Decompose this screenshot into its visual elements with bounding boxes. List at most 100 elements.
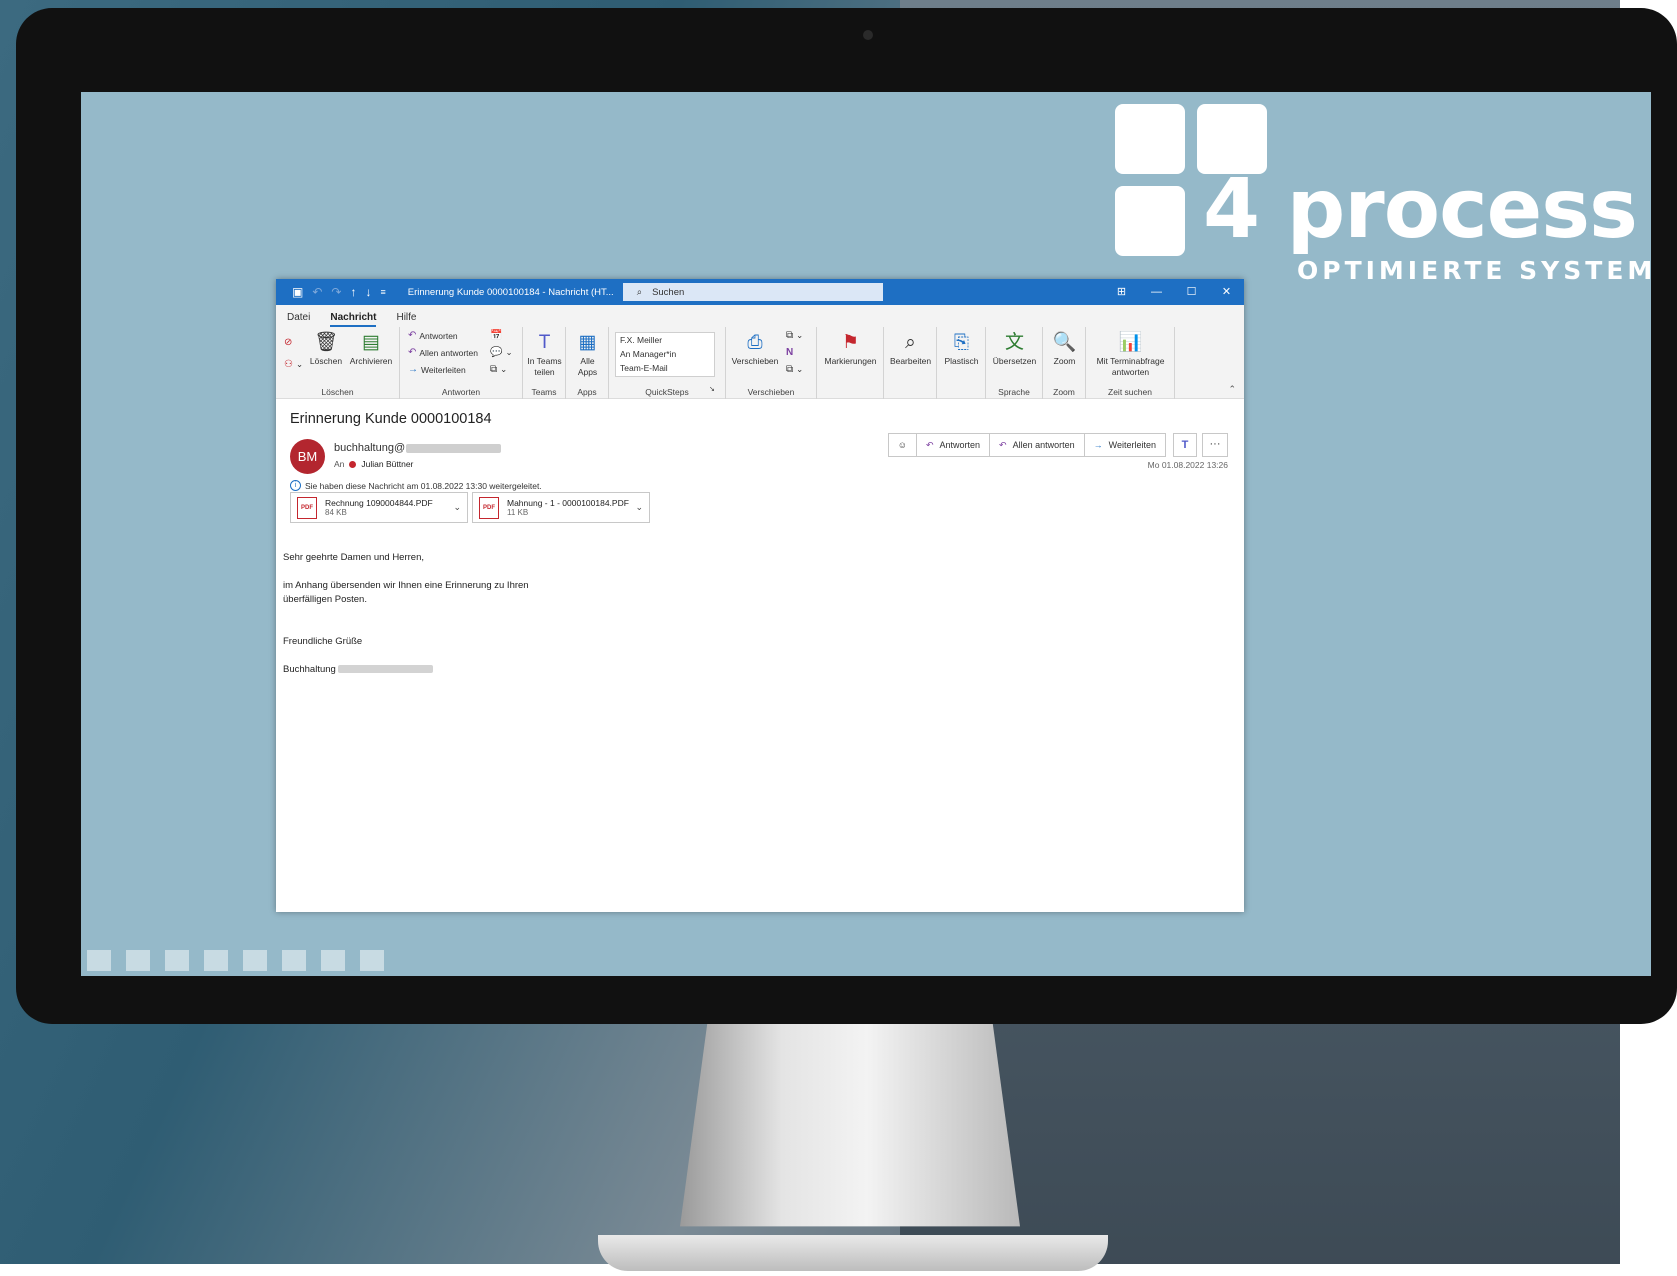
- logo-square: [1115, 186, 1185, 256]
- forward-button[interactable]: → Weiterleiten: [408, 364, 466, 375]
- ignore-icon[interactable]: ⊘: [284, 337, 292, 348]
- ribbon-group-zoom: 🔍 Zoom Zoom: [1043, 327, 1086, 399]
- reply-button[interactable]: ↶ Antworten: [408, 330, 458, 341]
- search-icon: ⌕: [636, 286, 643, 298]
- restore-ribbon-icon[interactable]: ⊞: [1104, 279, 1139, 305]
- minimize-button[interactable]: —: [1139, 279, 1174, 305]
- quickstep-item[interactable]: F.X. Meiller: [616, 333, 714, 347]
- save-icon[interactable]: ▣: [292, 285, 303, 299]
- previous-item-icon[interactable]: ↑: [350, 285, 356, 299]
- sender-address[interactable]: buchhaltung@: [334, 442, 502, 454]
- translate-icon: 文: [1004, 332, 1024, 353]
- menu-bar: Datei Nachricht Hilfe: [276, 305, 1244, 327]
- more-respond-icon[interactable]: ⧉ ⌄: [490, 364, 507, 375]
- tab-datei[interactable]: Datei: [287, 312, 310, 327]
- onenote-icon[interactable]: N: [786, 347, 793, 358]
- logo-word: 4 process: [1203, 162, 1638, 257]
- ribbon-group-bearbeiten: ⌕ Bearbeiten: [884, 327, 937, 399]
- recipient-name[interactable]: Julian Büttner: [361, 459, 413, 469]
- action-bar: ☺ ↶ Antworten ↶ Allen antworten → Weiterlei…: [887, 433, 1166, 457]
- logo-tagline: OPTIMIERTE SYSTEME: [1297, 256, 1651, 285]
- body-greeting: Sehr geehrte Damen und Herren,: [283, 552, 424, 563]
- redacted-domain: [406, 443, 502, 453]
- redo-icon[interactable]: ↷: [331, 285, 341, 299]
- next-item-icon[interactable]: ↓: [365, 285, 371, 299]
- ribbon-group-sprache: 文 Übersetzen Sprache: [986, 327, 1043, 399]
- quickstep-item[interactable]: Team-E-Mail: [616, 361, 714, 375]
- ribbon-group-label: Verschieben: [747, 387, 795, 397]
- avatar[interactable]: BM: [290, 439, 325, 474]
- redacted-company: [338, 665, 434, 674]
- tags-button[interactable]: ⚑ Markierungen: [820, 330, 881, 367]
- body-closing: Freundliche Grüße: [283, 636, 363, 647]
- desktop-screen: 4 process OPTIMIERTE SYSTEME ▣ ↶ ↷ ↑ ↓ ≡…: [81, 92, 1651, 976]
- decorative-dots: [87, 950, 384, 971]
- reply-action-button[interactable]: ↶ Antworten: [917, 434, 991, 456]
- teams-share-button[interactable]: T: [1173, 433, 1197, 457]
- body-signature: Buchhaltung: [283, 663, 529, 677]
- monitor-base: [598, 1235, 1108, 1271]
- magnifier-icon: 🔍: [1052, 332, 1077, 353]
- webcam: [863, 30, 873, 40]
- search-box[interactable]: ⌕ Suchen: [622, 283, 883, 301]
- all-apps-button[interactable]: ▦ Alle Apps: [571, 330, 604, 378]
- teams-icon: T: [538, 332, 551, 353]
- undo-icon[interactable]: ↶: [312, 285, 322, 299]
- monitor: 4 process OPTIMIERTE SYSTEME ▣ ↶ ↷ ↑ ↓ ≡…: [16, 8, 1677, 1024]
- archive-button[interactable]: ▤ Archivieren: [346, 330, 396, 367]
- chevron-down-icon[interactable]: ⌄: [453, 502, 461, 513]
- ribbon-group-label: Apps: [577, 387, 597, 397]
- reply-icon: ↶: [925, 439, 934, 450]
- message-body: Sehr geehrte Damen und Herren, im Anhang…: [283, 551, 529, 677]
- maximize-button[interactable]: ☐: [1174, 279, 1209, 305]
- apps-icon: ▦: [578, 332, 597, 353]
- share-to-teams-button[interactable]: T In Teams teilen: [525, 330, 564, 378]
- im-reply-icon[interactable]: 💬 ⌄: [490, 347, 513, 358]
- message-actions: ☺ ↶ Antworten ↶ Allen antworten → Weiterlei…: [887, 433, 1166, 457]
- close-button[interactable]: ✕: [1209, 279, 1244, 305]
- message-subject: Erinnerung Kunde 0000100184: [290, 411, 492, 427]
- ribbon-group-label: Löschen: [321, 387, 354, 397]
- attachment-card[interactable]: PDF Mahnung - 1 - 0000100184.PDF 11 KB ⌄: [472, 492, 650, 523]
- tab-nachricht[interactable]: Nachricht: [330, 312, 377, 327]
- actions-icon[interactable]: ⧉ ⌄: [786, 364, 803, 375]
- collapse-ribbon-icon[interactable]: ⌃: [1228, 384, 1236, 395]
- customize-toolbar-icon[interactable]: ≡: [380, 287, 385, 297]
- monitor-stand: [680, 1024, 1020, 1227]
- delete-button[interactable]: 🗑 Löschen: [308, 330, 344, 367]
- ribbon-group-label: Sprache: [998, 387, 1030, 397]
- chevron-down-icon[interactable]: ⌄: [635, 502, 643, 513]
- to-label: An: [334, 459, 345, 469]
- more-options-button[interactable]: ···: [1202, 433, 1228, 457]
- reply-with-meeting-poll-button[interactable]: 📊 Mit Terminabfrage antworten: [1090, 330, 1171, 378]
- attachment-name: Rechnung 1090004844.PDF: [325, 498, 433, 508]
- reply-all-icon: ↶: [999, 439, 1007, 450]
- ribbon-group-plastisch: ⎘ Plastisch: [937, 327, 986, 399]
- calendar-poll-icon: 📊: [1118, 332, 1143, 353]
- rules-icon[interactable]: ⧉ ⌄: [786, 330, 803, 341]
- ribbon-group-label: Zoom: [1053, 387, 1075, 397]
- tab-hilfe[interactable]: Hilfe: [396, 312, 416, 327]
- immersive-reader-button[interactable]: ⎘ Plastisch: [939, 330, 984, 367]
- ribbon: ⊘ ⚇ ⌄ 🗑 Löschen ▤ Archivieren Löschen ↶ An…: [276, 327, 1244, 399]
- body-line: überfälligen Posten.: [283, 594, 367, 605]
- forward-action-button[interactable]: → Weiterleiten: [1085, 434, 1165, 456]
- quick-access-toolbar: ▣ ↶ ↷ ↑ ↓ ≡: [276, 285, 386, 299]
- meeting-icon[interactable]: 📅: [490, 330, 502, 341]
- attachment-card[interactable]: PDF Rechnung 1090004844.PDF 84 KB ⌄: [290, 492, 468, 523]
- translate-button[interactable]: 文 Übersetzen: [988, 330, 1041, 367]
- react-button[interactable]: ☺: [889, 434, 917, 456]
- ribbon-group-zeit-suchen: 📊 Mit Terminabfrage antworten Zeit suche…: [1086, 327, 1175, 399]
- presence-busy-icon: [349, 460, 357, 468]
- pdf-icon: PDF: [297, 496, 317, 519]
- archive-icon: ▤: [362, 332, 380, 353]
- block-sender-icon[interactable]: ⚇ ⌄: [284, 359, 303, 370]
- move-button[interactable]: ⎙ Verschieben: [730, 330, 780, 367]
- reply-all-button[interactable]: ↶ Allen antworten: [408, 347, 478, 358]
- zoom-button[interactable]: 🔍 Zoom: [1045, 330, 1084, 367]
- quickstep-item[interactable]: An Manager*in: [616, 347, 714, 361]
- forwarded-info: i Sie haben diese Nachricht am 01.08.202…: [290, 480, 542, 491]
- editing-button[interactable]: ⌕ Bearbeiten: [886, 330, 935, 367]
- reply-all-action-button[interactable]: ↶ Allen antworten: [990, 434, 1085, 456]
- quicksteps-gallery: F.X. Meiller An Manager*in Team-E-Mail: [615, 332, 715, 377]
